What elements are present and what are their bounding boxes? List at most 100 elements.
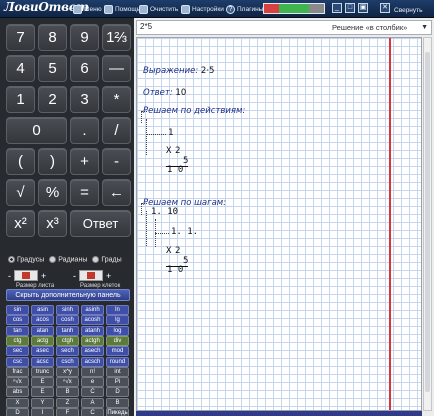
color-swatch[interactable] bbox=[264, 4, 279, 13]
function-key-10-3[interactable]: C bbox=[81, 408, 104, 416]
function-key-9-4[interactable]: B bbox=[106, 397, 129, 408]
function-key-4-1[interactable]: asec bbox=[31, 346, 54, 357]
plugins-button[interactable]: ? Плагины bbox=[226, 2, 263, 16]
cell-size-thumb[interactable] bbox=[87, 272, 95, 279]
function-key-10-4[interactable]: Пикедь bbox=[106, 408, 129, 416]
function-key-7-1[interactable]: E bbox=[31, 377, 54, 388]
key-0-3[interactable]: 1⅔ bbox=[102, 24, 131, 51]
function-key-6-3[interactable]: n! bbox=[81, 366, 104, 377]
function-key-5-4[interactable]: round bbox=[106, 356, 129, 367]
help-button[interactable]: Помощь bbox=[104, 2, 140, 16]
minimize-button[interactable]: _ bbox=[332, 3, 342, 13]
function-key-3-1[interactable]: actg bbox=[31, 335, 54, 346]
function-key-8-1[interactable]: E bbox=[31, 387, 54, 398]
key-6-1[interactable]: x³ bbox=[38, 210, 67, 237]
key-0-1[interactable]: 8 bbox=[38, 24, 67, 51]
function-key-5-3[interactable]: acsch bbox=[81, 356, 104, 367]
cell-size-plus[interactable]: + bbox=[106, 271, 111, 281]
key-1-0[interactable]: 4 bbox=[6, 55, 35, 82]
grads-radio[interactable]: Грады bbox=[92, 256, 122, 264]
key-5-3[interactable]: ← bbox=[102, 179, 131, 206]
function-key-4-4[interactable]: mod bbox=[106, 346, 129, 357]
function-key-0-0[interactable]: sin bbox=[6, 305, 29, 315]
sheet-size-thumb[interactable] bbox=[22, 272, 30, 279]
collapse-button[interactable]: Свернуть bbox=[394, 3, 423, 17]
key-3-1[interactable]: . bbox=[70, 117, 99, 144]
key-1-3[interactable]: — bbox=[102, 55, 131, 82]
key-4-2[interactable]: + bbox=[70, 148, 99, 175]
key-6-2[interactable]: Ответ bbox=[70, 210, 131, 237]
toggle-extra-panel-button[interactable]: Скрыть дополнительную панель bbox=[6, 289, 130, 301]
function-key-7-0[interactable]: ⁿ√x bbox=[6, 377, 29, 388]
function-key-1-4[interactable]: lg bbox=[106, 315, 129, 326]
function-key-4-0[interactable]: sec bbox=[6, 346, 29, 357]
function-key-7-3[interactable]: e bbox=[81, 377, 104, 388]
restore-button[interactable]: □ bbox=[345, 3, 355, 13]
key-2-3[interactable]: * bbox=[102, 86, 131, 113]
function-key-2-0[interactable]: tan bbox=[6, 325, 29, 336]
function-key-0-3[interactable]: asinh bbox=[81, 305, 104, 315]
key-0-2[interactable]: 9 bbox=[70, 24, 99, 51]
key-4-1[interactable]: ) bbox=[38, 148, 67, 175]
function-key-8-0[interactable]: abs bbox=[6, 387, 29, 398]
function-key-1-0[interactable]: cos bbox=[6, 315, 29, 326]
function-key-2-3[interactable]: atanh bbox=[81, 325, 104, 336]
color-theme-picker[interactable] bbox=[263, 3, 325, 14]
function-key-9-2[interactable]: Z bbox=[56, 397, 79, 408]
function-key-4-2[interactable]: sech bbox=[56, 346, 79, 357]
function-key-6-4[interactable]: int bbox=[106, 366, 129, 377]
function-key-6-2[interactable]: x^y bbox=[56, 366, 79, 377]
function-key-3-4[interactable]: div bbox=[106, 335, 129, 346]
function-key-8-2[interactable]: B bbox=[56, 387, 79, 398]
horizontal-scrollbar[interactable] bbox=[136, 411, 422, 416]
key-2-2[interactable]: 3 bbox=[70, 86, 99, 113]
function-key-10-2[interactable]: F bbox=[56, 408, 79, 416]
function-key-9-3[interactable]: A bbox=[81, 397, 104, 408]
function-key-0-2[interactable]: sinh bbox=[56, 305, 79, 315]
function-key-1-2[interactable]: cosh bbox=[56, 315, 79, 326]
key-1-1[interactable]: 5 bbox=[38, 55, 67, 82]
key-2-1[interactable]: 2 bbox=[38, 86, 67, 113]
function-key-8-4[interactable]: D bbox=[106, 387, 129, 398]
menu-button[interactable]: Меню bbox=[73, 2, 102, 16]
settings-button[interactable]: Настройки bbox=[181, 2, 224, 16]
close-icon[interactable]: ✕ bbox=[380, 3, 390, 13]
sheet-size-plus[interactable]: + bbox=[41, 271, 46, 281]
key-4-0[interactable]: ( bbox=[6, 148, 35, 175]
function-key-10-0[interactable]: D bbox=[6, 408, 29, 416]
key-3-0[interactable]: 0 bbox=[6, 117, 67, 144]
key-4-3[interactable]: - bbox=[102, 148, 131, 175]
grid-sheet[interactable]: Выражение: 2·5 Ответ: 10 Решаем по дейст… bbox=[136, 37, 422, 411]
cell-size-slider[interactable] bbox=[79, 270, 103, 281]
key-5-0[interactable]: √ bbox=[6, 179, 35, 206]
function-key-6-0[interactable]: frac bbox=[6, 366, 29, 377]
function-key-4-3[interactable]: asech bbox=[81, 346, 104, 357]
function-key-10-1[interactable]: I bbox=[31, 408, 54, 416]
radians-radio[interactable]: Радианы bbox=[49, 256, 87, 264]
key-6-0[interactable]: x² bbox=[6, 210, 35, 237]
expression-input[interactable]: 2*5 bbox=[140, 22, 152, 31]
color-swatch[interactable] bbox=[309, 4, 324, 13]
function-key-7-2[interactable]: ⁿ√x bbox=[56, 377, 79, 388]
sheet-size-slider[interactable] bbox=[14, 270, 38, 281]
function-key-3-0[interactable]: ctg bbox=[6, 335, 29, 346]
degrees-radio[interactable]: Градусы bbox=[8, 256, 44, 264]
function-key-2-1[interactable]: atan bbox=[31, 325, 54, 336]
function-key-0-1[interactable]: asin bbox=[31, 305, 54, 315]
scroll-thumb[interactable] bbox=[425, 52, 430, 392]
key-0-0[interactable]: 7 bbox=[6, 24, 35, 51]
method-dropdown[interactable]: Решение «в столбик» ▼ bbox=[330, 22, 430, 33]
function-key-6-1[interactable]: trunc bbox=[31, 366, 54, 377]
cell-size-minus[interactable]: - bbox=[73, 271, 76, 281]
vertical-scrollbar[interactable] bbox=[423, 37, 432, 411]
key-5-2[interactable]: = bbox=[70, 179, 99, 206]
key-1-2[interactable]: 6 bbox=[70, 55, 99, 82]
function-key-2-2[interactable]: tanh bbox=[56, 325, 79, 336]
function-key-1-3[interactable]: acosh bbox=[81, 315, 104, 326]
key-2-0[interactable]: 1 bbox=[6, 86, 35, 113]
function-key-7-4[interactable]: Pi bbox=[106, 377, 129, 388]
function-key-5-0[interactable]: csc bbox=[6, 356, 29, 367]
function-key-2-4[interactable]: log bbox=[106, 325, 129, 336]
key-3-2[interactable]: / bbox=[102, 117, 131, 144]
sheet-size-minus[interactable]: - bbox=[8, 271, 11, 281]
